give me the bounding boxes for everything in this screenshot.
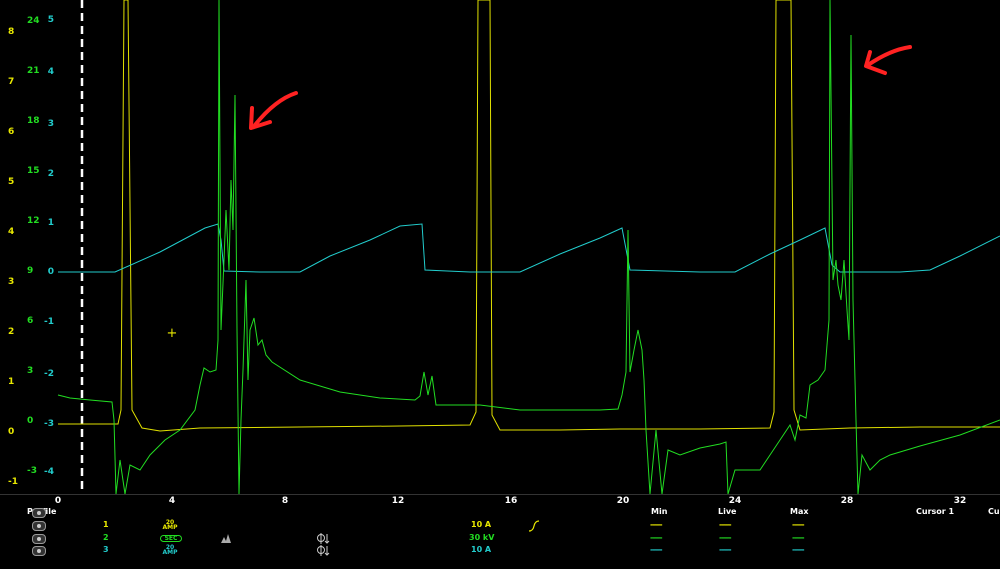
- x-axis-tick-label: 8: [281, 496, 289, 506]
- channel-number: 3: [103, 545, 109, 554]
- cyan-axis-tick-label: 4: [48, 67, 54, 77]
- channel-2-trace: [57, 0, 1000, 494]
- max-value: -----: [792, 533, 805, 542]
- channel-row-2[interactable]: 2 SEC 30 kV ----- ----- -----: [0, 533, 1000, 545]
- visibility-eye-icon[interactable]: [32, 534, 46, 544]
- cyan-axis-tick-label: 5: [48, 15, 54, 25]
- green-axis-tick-label: 24: [27, 16, 40, 26]
- green-axis-tick-label: 3: [27, 366, 33, 376]
- cyan-axis-tick-label: 2: [48, 169, 54, 179]
- live-header: Live: [718, 507, 737, 516]
- profile-eye-icon[interactable]: [32, 508, 46, 518]
- live-value: -----: [719, 533, 732, 542]
- green-axis-tick-label: 0: [27, 416, 33, 426]
- green-axis-tick-label: 15: [27, 166, 40, 176]
- x-axis-tick-label: 0: [54, 496, 62, 506]
- cyan-axis-tick-label: -1: [44, 317, 54, 327]
- min-value: -----: [650, 520, 663, 529]
- min-header: Min: [651, 507, 668, 516]
- amp-probe-icon: 20 AMP: [162, 544, 178, 556]
- green-axis-tick-label: 9: [27, 266, 33, 276]
- cyan-axis-tick-label: 1: [48, 218, 54, 228]
- yellow-axis-tick-label: 1: [8, 377, 14, 387]
- x-axis-tick-label: 20: [616, 496, 630, 506]
- x-axis-tick-label: 4: [168, 496, 176, 506]
- x-axis-tick-label: 28: [840, 496, 854, 506]
- green-axis-tick-label: -3: [27, 466, 37, 476]
- green-axis-tick-label: 18: [27, 116, 40, 126]
- cyan-axis-tick-label: 3: [48, 119, 54, 129]
- live-value: -----: [719, 520, 732, 529]
- annotation-arrow-icon: [864, 45, 912, 75]
- visibility-eye-icon[interactable]: [32, 546, 46, 556]
- channel-scale[interactable]: 30 kV: [469, 533, 494, 542]
- cyan-axis-tick-label: -4: [44, 467, 54, 477]
- invert-polarity-icon[interactable]: [317, 533, 331, 544]
- channel-number: 1: [103, 520, 109, 529]
- cyan-axis-tick-label: 0: [48, 267, 54, 277]
- peak-icon[interactable]: [220, 533, 232, 544]
- yellow-axis-tick-label: 0: [8, 427, 14, 437]
- cursor2-header: Cu: [988, 507, 1000, 516]
- live-value: -----: [719, 545, 732, 554]
- cyan-axis-tick-label: -2: [44, 369, 54, 379]
- visibility-eye-icon[interactable]: [32, 521, 46, 531]
- x-axis-tick-label: 12: [391, 496, 405, 506]
- max-value: -----: [792, 545, 805, 554]
- invert-polarity-icon[interactable]: [317, 545, 331, 556]
- min-value: -----: [650, 545, 663, 554]
- channel-number: 2: [103, 533, 109, 542]
- yellow-axis-tick-label: 6: [8, 127, 14, 137]
- green-axis-tick-label: 6: [27, 316, 33, 326]
- yellow-axis-tick-label: -1: [8, 477, 18, 487]
- yellow-axis-tick-label: 5: [8, 177, 14, 187]
- waveform-canvas: + 876543210-124211815129630-3543210-1-2-…: [8, 0, 1000, 494]
- yellow-axis-tick-label: 4: [8, 227, 14, 237]
- channel-row-3[interactable]: 3 20 AMP 10 A ----- ----- -----: [0, 545, 1000, 557]
- secondary-probe-icon: SEC: [160, 535, 182, 542]
- annotation-arrow-icon: [249, 91, 298, 130]
- yellow-axis-tick-label: 8: [8, 27, 14, 37]
- max-header: Max: [790, 507, 809, 516]
- min-value: -----: [650, 533, 663, 542]
- cyan-axis-tick-label: -3: [44, 419, 54, 429]
- x-axis-tick-label: 24: [728, 496, 742, 506]
- channel-1-trace: [58, 0, 1000, 432]
- max-value: -----: [792, 520, 805, 529]
- green-axis-tick-label: 12: [27, 216, 40, 226]
- scope-display[interactable]: + 8 7 6 5 4 3 2 1 0 -1 24 21 18 15 12 9 6 3 0 -3 5 4 3 2 1 0 -1 -2-…: [0, 0, 1000, 494]
- x-axis-tick-label: 32: [953, 496, 967, 506]
- amp-probe-icon: 20 AMP: [162, 519, 178, 531]
- yellow-axis-tick-label: 7: [8, 77, 14, 87]
- cursor1-header: Cursor 1: [916, 507, 955, 516]
- cursor-crosshair-icon: +: [167, 326, 178, 341]
- yellow-axis-tick-label: 3: [8, 277, 14, 287]
- green-axis-tick-label: 21: [27, 66, 40, 76]
- x-axis-tick-label: 16: [504, 496, 518, 506]
- channel-scale[interactable]: 10 A: [471, 520, 491, 529]
- channel-row-1[interactable]: 1 20 AMP 10 A ----- ----- -----: [0, 520, 1000, 532]
- yellow-axis-tick-label: 2: [8, 327, 14, 337]
- rising-edge-trigger-icon[interactable]: [528, 520, 540, 532]
- channel-scale[interactable]: 10 A: [471, 545, 491, 554]
- channel-3-trace: [58, 223, 1000, 273]
